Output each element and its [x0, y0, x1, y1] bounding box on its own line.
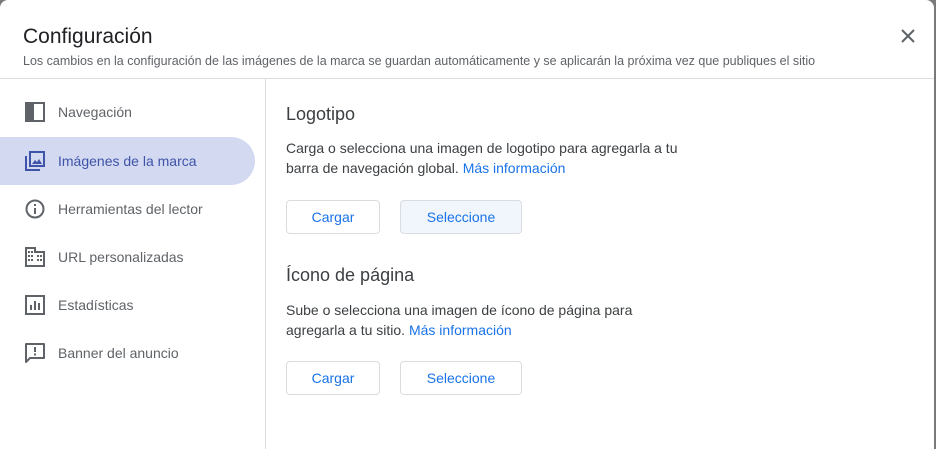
sidebar-item-imagenes-marca[interactable]: Imágenes de la marca [0, 137, 255, 185]
favicon-learn-more-link[interactable]: Más información [409, 322, 512, 338]
sidebar-item-label: Navegación [58, 104, 132, 120]
sidebar-item-navegacion[interactable]: Navegación [0, 88, 255, 136]
dialog-title: Configuración [23, 25, 153, 48]
logo-section-title: Logotipo [286, 104, 356, 124]
logo-learn-more-link[interactable]: Más información [463, 160, 566, 176]
sidebar-item-estadisticas[interactable]: Estadísticas [0, 281, 255, 329]
dialog-subtitle: Los cambios en la configuración de las i… [23, 54, 816, 68]
navigation-panel-icon [24, 101, 46, 123]
favicon-select-button[interactable]: Seleccione [400, 361, 522, 395]
announcement-icon [24, 342, 46, 364]
analytics-icon [24, 294, 46, 316]
close-icon [901, 29, 915, 43]
dialog-header: Configuración Los cambios en la configur… [0, 0, 934, 79]
settings-content: Logotipo Carga o selecciona una imagen d… [286, 79, 934, 449]
logo-section-description: Carga o selecciona una imagen de logotip… [286, 138, 686, 178]
image-icon [24, 150, 46, 172]
sidebar-item-label: Banner del anuncio [58, 345, 179, 361]
settings-sidebar: Navegación Imágenes de la marca Herramie… [0, 79, 266, 449]
sidebar-item-url-personalizadas[interactable]: URL personalizadas [0, 233, 255, 281]
sidebar-item-herramientas-lector[interactable]: Herramientas del lector [0, 185, 255, 233]
favicon-section-description: Sube o selecciona una imagen de ícono de… [286, 300, 656, 340]
sidebar-item-banner-anuncio[interactable]: Banner del anuncio [0, 329, 255, 377]
logo-select-button[interactable]: Seleccione [400, 200, 522, 234]
settings-dialog: Configuración Los cambios en la configur… [0, 0, 934, 449]
favicon-section-title: Ícono de página [286, 265, 415, 285]
sidebar-item-label: Herramientas del lector [58, 201, 203, 217]
close-button[interactable] [896, 24, 920, 48]
sidebar-item-label: URL personalizadas [58, 249, 184, 265]
logo-upload-button[interactable]: Cargar [286, 200, 380, 234]
sidebar-item-label: Estadísticas [58, 297, 134, 313]
favicon-upload-button[interactable]: Cargar [286, 361, 380, 395]
domain-icon [24, 246, 46, 268]
sidebar-item-label: Imágenes de la marca [58, 153, 197, 169]
info-icon [24, 198, 46, 220]
